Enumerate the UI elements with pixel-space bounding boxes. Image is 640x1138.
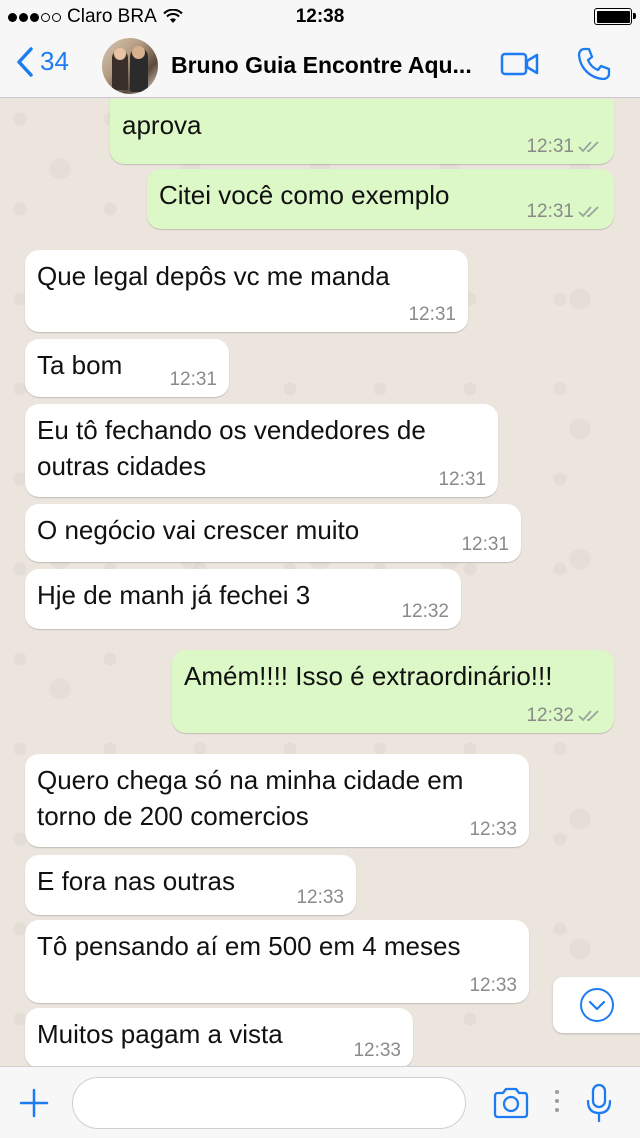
message-time: 12:31 [526,201,574,222]
message-bubble-incoming[interactable]: Que legal depôs vc me manda 12:31 [25,250,468,332]
message-text: Que legal depôs vc me manda [37,261,390,291]
message-time: 12:33 [469,975,517,996]
message-text: aprova [122,110,202,140]
message-text: O negócio vai crescer muito [37,515,360,545]
message-meta: 12:31 [408,304,456,326]
message-time: 12:33 [296,887,344,908]
avatar[interactable] [102,38,158,94]
message-text: Quero chega só na minha cidade em torno … [37,765,464,831]
vertical-dots-icon [555,1090,559,1112]
message-meta: 12:32 [401,601,449,623]
more-options-button[interactable] [554,1089,560,1118]
message-text: Hje de manh já fechei 3 [37,580,311,610]
message-text: E fora nas outras [37,866,235,896]
message-text: Muitos pagam a vista [37,1019,283,1049]
back-button[interactable]: 34 [16,46,69,77]
message-bubble-outgoing[interactable]: Amém!!!! Isso é extraordinário!!! 12:32 [172,650,614,733]
message-bubble-incoming[interactable]: Quero chega só na minha cidade em torno … [25,754,529,847]
camera-icon [493,1087,529,1119]
message-meta: 12:31 [526,136,602,158]
status-bar: Claro BRA 12:38 [0,0,640,34]
message-bubble-outgoing[interactable]: Citei você como exemplo 12:31 [147,169,614,229]
message-time: 12:31 [438,469,486,490]
voice-call-button[interactable] [576,46,612,87]
chevron-left-icon [17,46,33,77]
scroll-to-bottom-button[interactable] [553,977,640,1033]
contact-name[interactable]: Bruno Guia Encontre Aqu... [171,52,472,79]
message-bubble-incoming[interactable]: O negócio vai crescer muito 12:31 [25,504,521,562]
message-bubble-incoming[interactable]: E fora nas outras 12:33 [25,855,356,915]
message-time: 12:31 [526,136,574,157]
message-bubble-incoming[interactable]: Eu tô fechando os vendedores de outras c… [25,404,498,497]
message-bubble-outgoing[interactable]: aprova 12:31 [110,99,614,164]
battery-icon [594,8,636,25]
video-camera-icon [500,52,539,76]
double-check-icon [578,710,599,722]
message-time: 12:33 [469,819,517,840]
chevron-down-circle-icon [579,988,614,1022]
message-meta: 12:33 [353,1040,401,1062]
phone-icon [577,47,611,81]
message-time: 12:33 [353,1040,401,1061]
message-time: 12:32 [401,601,449,622]
attach-button[interactable] [18,1087,50,1124]
voice-message-button[interactable] [586,1083,612,1128]
double-check-icon [578,141,599,153]
unread-count: 34 [40,46,69,76]
composer-bar [0,1066,640,1138]
message-text: Tô pensando aí em 500 em 4 meses [37,931,461,961]
message-text: Ta bom [37,350,123,380]
message-meta: 12:33 [469,819,517,841]
message-meta: 12:31 [438,469,486,491]
message-time: 12:31 [408,304,456,325]
message-meta: 12:33 [469,975,517,997]
message-time: 12:32 [526,705,574,726]
message-bubble-incoming[interactable]: Tô pensando aí em 500 em 4 meses 12:33 [25,920,529,1003]
camera-button[interactable] [492,1087,530,1124]
message-time: 12:31 [169,369,217,390]
plus-icon [19,1088,49,1118]
status-time: 12:38 [295,6,345,27]
message-bubble-incoming[interactable]: Muitos pagam a vista 12:33 [25,1008,413,1066]
message-meta: 12:31 [169,369,217,391]
microphone-icon [586,1083,612,1123]
message-list[interactable]: aprova 12:31 Citei você como exemplo 12:… [0,99,640,1066]
video-call-button[interactable] [500,50,540,83]
message-time: 12:31 [461,534,509,555]
double-check-icon [578,206,599,218]
message-text: Citei você como exemplo [159,180,450,210]
chat-header: 34 Bruno Guia Encontre Aqu... [0,34,640,98]
message-text: Eu tô fechando os vendedores de outras c… [37,415,426,481]
message-meta: 12:31 [526,201,602,223]
message-meta: 12:33 [296,887,344,909]
message-bubble-incoming[interactable]: Ta bom 12:31 [25,339,229,397]
message-bubble-incoming[interactable]: Hje de manh já fechei 3 12:32 [25,569,461,629]
message-meta: 12:31 [461,534,509,556]
message-text: Amém!!!! Isso é extraordinário!!! [184,661,553,691]
message-input[interactable] [72,1077,466,1129]
message-meta: 12:32 [526,705,602,727]
